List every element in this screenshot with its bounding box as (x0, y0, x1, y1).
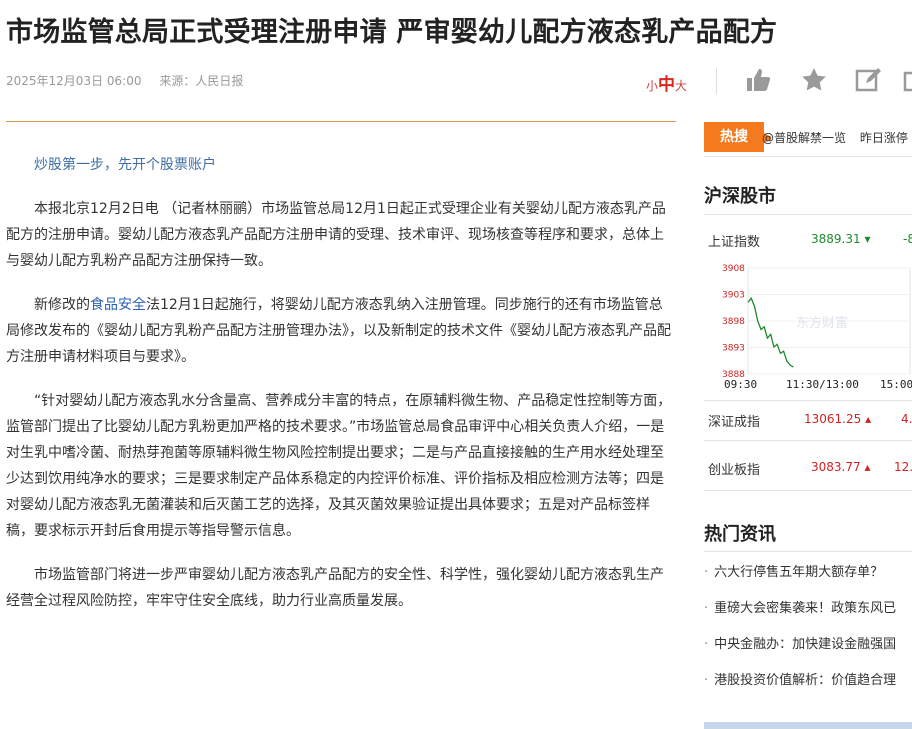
market-title-divider (704, 214, 912, 215)
chart-watermark: 东方财富 (796, 315, 848, 331)
chart-y-tick: 3893 (722, 344, 745, 354)
index-value-sh: 3889.31 ▾ (811, 232, 871, 246)
chart-y-tick: 3908 (722, 264, 745, 274)
index-change-sz: 4. (901, 412, 912, 426)
hot-search-tab[interactable]: 热搜 (704, 122, 772, 152)
sidebar-divider (704, 156, 912, 157)
news-item[interactable]: 港股投资价值解析：价值趋合理 (704, 669, 912, 688)
font-large-button[interactable]: 大 (675, 79, 687, 93)
article-paragraph-1: 本报北京12月2日电 （记者林丽鹂）市场监管总局12月1日起正式受理企业有关婴幼… (6, 201, 666, 269)
news-item[interactable]: 重磅大会密集袭来！政策东风已 (704, 597, 912, 616)
font-small-button[interactable]: 小 (646, 79, 658, 93)
index-value-cyb: 3083.77 ▴ (811, 460, 871, 474)
article-meta: 2025年12月03日 06:00 来源：人民日报 (6, 72, 257, 89)
edit-icon[interactable] (854, 66, 882, 94)
market-section-title: 沪深股市 (704, 186, 776, 207)
intraday-chart[interactable]: 东方财富 3908390338983893388809:30 11:30/13:0… (704, 258, 912, 394)
toolbar-divider (716, 68, 717, 94)
index-value-sz: 13061.25 ▴ (804, 412, 872, 426)
index-name-cyb[interactable]: 创业板指 (708, 459, 760, 478)
chart-x-tick: 09:30 (724, 378, 757, 391)
promo-paragraph: 炒股第一步，先开个股票账户 (6, 152, 676, 178)
chart-x-tick: 15:00 (880, 378, 912, 391)
publish-date: 2025年12月03日 06:00 (6, 74, 142, 88)
article-body: 炒股第一步，先开个股票账户 本报北京12月2日电 （记者林丽鹂）市场监管总局12… (6, 152, 676, 632)
paragraph-2-text-a: 新修改的 (34, 297, 90, 313)
hot-search-list: @普股解禁一览 昨日涨停 坚 (762, 129, 912, 146)
article-source: 来源：人民日报 (159, 74, 244, 88)
share-icon[interactable] (902, 66, 912, 94)
article-paragraph-4: 市场监管部门将进一步严审婴幼儿配方液态乳产品配方的安全性、科学性，强化婴幼儿配方… (6, 567, 664, 609)
index-change-cyb: 12. (894, 460, 912, 474)
header-divider (6, 121, 676, 122)
food-safety-keyword-link[interactable]: 食品安全 (90, 297, 146, 313)
chart-x-tick: 11:30/13:00 (786, 378, 859, 391)
hot-search-item[interactable]: @普股解禁一览 (762, 131, 846, 145)
article-paragraph-3: “针对婴幼儿配方液态乳水分含量高、营养成分丰富的特点，在原辅料微生物、产品稳定性… (6, 393, 672, 539)
article-headline: 市场监管总局正式受理注册申请 严审婴幼儿配方液态乳产品配方 (6, 17, 778, 48)
thumbs-up-icon[interactable] (744, 66, 772, 94)
chart-y-tick: 3898 (722, 317, 745, 327)
hot-search-item[interactable]: 昨日涨停 (860, 131, 908, 145)
news-item[interactable]: 中央金融办：加快建设金融强国 (704, 633, 912, 652)
article-paragraph-2: 新修改的食品安全法12月1日起施行，将婴幼儿配方液态乳纳入注册管理。同步施行的还… (6, 292, 676, 370)
news-section-title: 热门资讯 (704, 524, 776, 545)
open-account-link[interactable]: 炒股第一步，先开个股票账户 (34, 157, 216, 173)
news-item[interactable]: 六大行停售五年期大额存单？ (704, 561, 912, 580)
news-title-divider (704, 551, 912, 552)
font-size-switcher[interactable]: 小中大 (646, 70, 687, 95)
index-divider (704, 490, 912, 491)
scroll-indicator[interactable] (704, 722, 912, 729)
intraday-price-line (747, 296, 794, 368)
font-medium-button[interactable]: 中 (658, 75, 675, 95)
index-divider (704, 440, 912, 441)
index-change-sh: -8 (903, 232, 912, 246)
index-name-sh[interactable]: 上证指数 (708, 231, 760, 250)
index-name-sz[interactable]: 深证成指 (708, 411, 760, 430)
chart-y-tick: 3903 (722, 291, 745, 301)
star-icon[interactable] (800, 66, 828, 94)
chart-divider (704, 400, 912, 401)
